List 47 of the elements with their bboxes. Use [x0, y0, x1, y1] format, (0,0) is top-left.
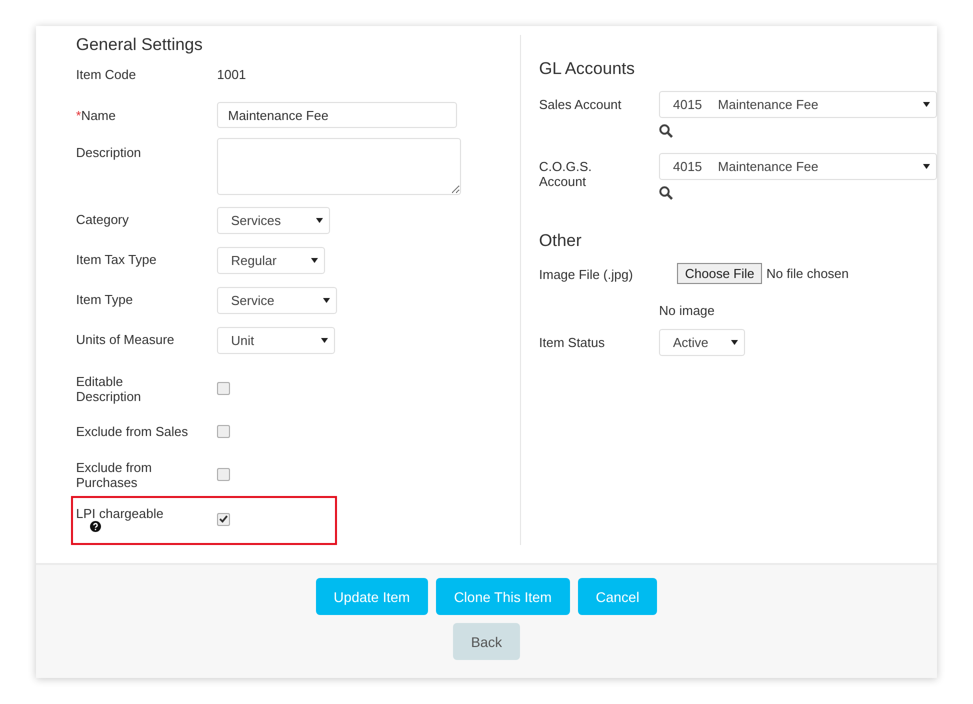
field-label: Exclude from Sales — [76, 424, 189, 439]
description-field[interactable] — [217, 138, 461, 195]
field-label: *Name — [76, 107, 117, 123]
field-label: Item Tax Type — [76, 251, 158, 267]
field-label: Exclude from Purchases — [76, 460, 153, 490]
field-label: Item Code — [76, 67, 137, 82]
check-icon — [219, 515, 228, 523]
checkbox[interactable] — [217, 382, 230, 395]
caret-icon — [923, 164, 930, 169]
field-label: Units of Measure — [76, 331, 176, 347]
section-title: Other — [539, 231, 583, 251]
field-label: Category — [76, 211, 130, 227]
caret-icon — [321, 338, 328, 343]
checkbox[interactable] — [217, 468, 230, 481]
image-note: No image — [659, 303, 716, 318]
field-label: Item Type — [76, 291, 134, 307]
field-label: Editable Description — [76, 374, 142, 404]
caret-icon — [323, 298, 330, 303]
select-dropdown[interactable]: Active — [659, 329, 745, 356]
field-label: LPI chargeable — [76, 506, 164, 521]
account-dropdown[interactable]: 4015 Maintenance Fee — [659, 91, 937, 118]
field-label: Sales Account — [539, 96, 622, 112]
select-dropdown[interactable]: Regular — [217, 247, 325, 274]
caret-icon — [311, 258, 318, 263]
name-field[interactable]: Maintenance Fee — [217, 102, 457, 128]
back-button[interactable]: Back — [452, 623, 520, 660]
field-label: Image File (.jpg) — [539, 266, 634, 282]
field-label: Description — [76, 144, 142, 160]
caret-icon — [923, 102, 930, 107]
account-dropdown[interactable]: 4015 Maintenance Fee — [659, 153, 937, 180]
choose-file-button[interactable]: Choose File — [677, 263, 762, 284]
checkbox[interactable] — [217, 425, 230, 438]
help-icon[interactable] — [90, 521, 101, 532]
field-label: Item Status — [539, 334, 606, 350]
field-label: C.O.G.S. Account — [539, 158, 593, 189]
select-dropdown[interactable]: Services — [217, 207, 330, 234]
section-title: General Settings — [76, 35, 204, 55]
select-dropdown[interactable]: Unit — [217, 327, 335, 354]
section-title: GL Accounts — [539, 59, 636, 79]
file-status: No file chosen — [766, 266, 849, 281]
search-icon[interactable] — [659, 186, 673, 200]
caret-icon — [316, 218, 323, 223]
item-code-value: 1001 — [217, 67, 247, 82]
search-icon[interactable] — [659, 124, 673, 138]
select-dropdown[interactable]: Service — [217, 287, 337, 314]
caret-icon — [731, 340, 738, 345]
checkbox[interactable] — [217, 512, 230, 526]
